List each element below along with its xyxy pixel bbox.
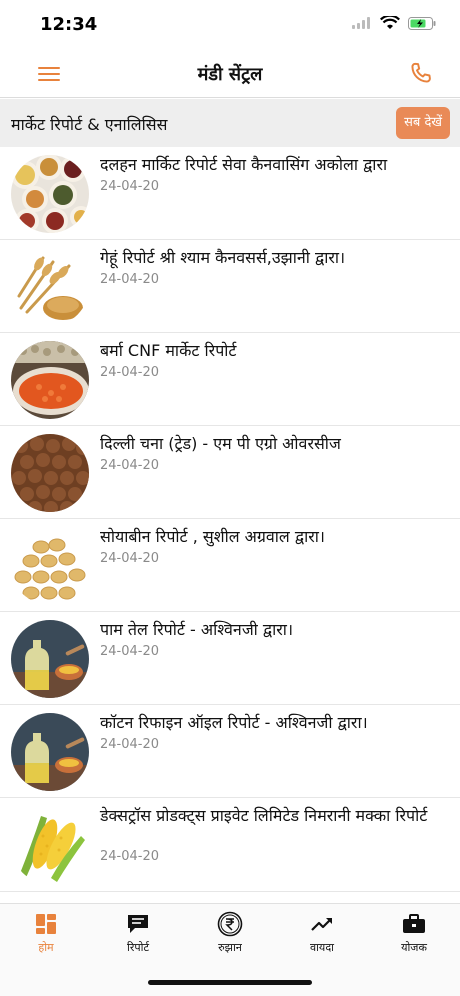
cotton-oil-thumbnail (11, 713, 89, 791)
tab-label: होम (38, 941, 54, 954)
section-header: मार्केट रिपोर्ट & एनालिसिस सब देखें (0, 99, 460, 147)
tab-label: रिपोर्ट (127, 941, 149, 954)
list-item[interactable]: बर्मा CNF मार्केट रिपोर्ट 24-04-20 (0, 333, 460, 426)
item-date: 24-04-20 (100, 737, 160, 752)
status-icons (352, 16, 436, 30)
tab-schemes[interactable]: योजक (368, 912, 460, 955)
list-item[interactable]: कॉटन रिफाइन ऑइल रिपोर्ट - अश्विनजी द्वार… (0, 705, 460, 798)
briefcase-icon (403, 914, 425, 933)
list-item[interactable]: दलहन मार्किट रिपोर्ट सेवा कैनवासिंग अकोल… (0, 147, 460, 240)
wifi-icon (380, 16, 400, 29)
battery-icon (408, 16, 436, 30)
tab-report[interactable]: रिपोर्ट (92, 912, 184, 955)
report-list: दलहन मार्किट रिपोर्ट सेवा कैनवासिंग अकोल… (0, 147, 460, 892)
item-title: डेक्सट्रॉस प्रोडक्ट्स प्राइवेट लिमिटेड न… (100, 806, 428, 825)
page-title: मंडी सेंट्रल (197, 64, 263, 85)
call-button[interactable] (408, 60, 434, 86)
soybean-thumbnail (11, 527, 89, 605)
wheat-thumbnail (11, 248, 89, 326)
item-title: दलहन मार्किट रिपोर्ट सेवा कैनवासिंग अकोल… (100, 155, 388, 174)
item-date: 24-04-20 (100, 179, 160, 194)
tab-label: योजक (401, 941, 427, 954)
item-title: दिल्ली चना (ट्रेड) - एम पी एग्रो ओवरसीज (100, 434, 341, 453)
list-item[interactable]: सोयाबीन रिपोर्ट , सुशील अग्रवाल द्वारा। … (0, 519, 460, 612)
item-title: बर्मा CNF मार्केट रिपोर्ट (100, 341, 237, 360)
status-time: 12:34 (40, 14, 98, 35)
signal-icon (352, 17, 370, 29)
section-title: मार्केट रिपोर्ट & एनालिसिस (11, 115, 168, 134)
see-all-button[interactable]: सब देखें (396, 107, 450, 139)
tab-label: वायदा (309, 941, 335, 954)
item-date: 24-04-20 (100, 458, 160, 473)
report-chat-icon (128, 915, 148, 933)
item-title: पाम तेल रिपोर्ट - अश्विनजी द्वारा। (100, 620, 294, 639)
item-title: गेहूं रिपोर्ट श्री श्याम कैनवसर्स,उझानी … (100, 248, 346, 267)
item-title: सोयाबीन रिपोर्ट , सुशील अग्रवाल द्वारा। (100, 527, 325, 546)
item-title: कॉटन रिफाइन ऑइल रिपोर्ट - अश्विनजी द्वार… (100, 713, 368, 732)
tab-home[interactable]: होम (0, 912, 92, 955)
phone-icon (411, 62, 431, 83)
item-date: 24-04-20 (100, 365, 160, 380)
list-item[interactable]: पाम तेल रिपोर्ट - अश्विनजी द्वारा। 24-04… (0, 612, 460, 705)
palm-oil-thumbnail (11, 620, 89, 698)
list-item[interactable]: दिल्ली चना (ट्रेड) - एम पी एग्रो ओवरसीज … (0, 426, 460, 519)
rupee-icon (217, 911, 243, 937)
lentils-thumbnail (11, 341, 89, 419)
item-date: 24-04-20 (100, 849, 160, 864)
tab-futures[interactable]: वायदा (276, 912, 368, 955)
home-indicator[interactable] (148, 980, 312, 985)
trend-up-icon (311, 918, 332, 931)
pulses-thumbnail (11, 155, 89, 233)
status-bar: 12:34 (0, 0, 460, 50)
tab-trends[interactable]: रुझान (184, 911, 276, 955)
item-date: 24-04-20 (100, 272, 160, 287)
corn-thumbnail (11, 806, 89, 884)
list-item[interactable]: गेहूं रिपोर्ट श्री श्याम कैनवसर्स,उझानी … (0, 240, 460, 333)
home-grid-icon (36, 914, 56, 934)
item-date: 24-04-20 (100, 644, 160, 659)
list-item[interactable]: डेक्सट्रॉस प्रोडक्ट्स प्राइवेट लिमिटेड न… (0, 798, 460, 892)
app-header: मंडी सेंट्रल (0, 50, 460, 98)
chana-thumbnail (11, 434, 89, 512)
item-date: 24-04-20 (100, 551, 160, 566)
tab-label: रुझान (218, 941, 242, 954)
